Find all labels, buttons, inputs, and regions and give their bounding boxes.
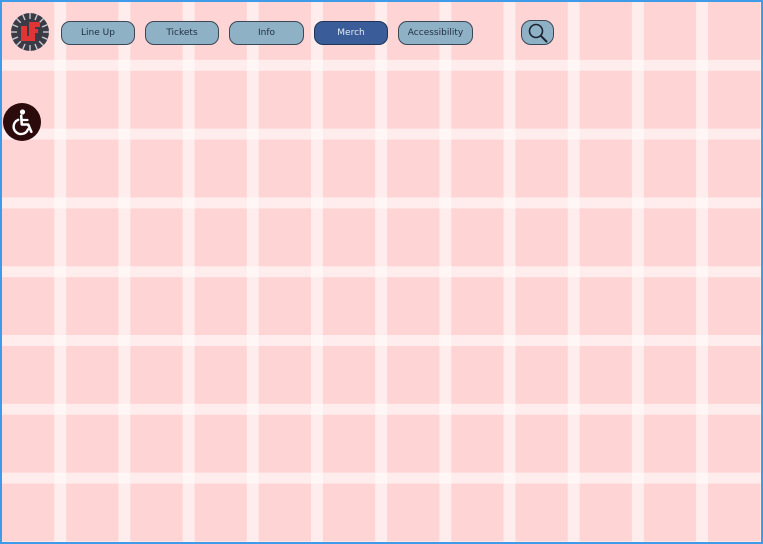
search-icon: [528, 23, 547, 43]
wheelchair-icon: [12, 109, 33, 136]
search-button[interactable]: [521, 20, 554, 45]
page-canvas: Line Up Tickets Info Merch Accessibility: [0, 0, 763, 544]
nav-info-button[interactable]: Info: [229, 21, 304, 45]
festival-logo-icon[interactable]: [10, 12, 50, 52]
nav-merch-button[interactable]: Merch: [314, 21, 388, 45]
nav-accessibility-button[interactable]: Accessibility: [398, 21, 473, 45]
accessibility-fab-button[interactable]: [3, 103, 41, 141]
nav-line-up-button[interactable]: Line Up: [61, 21, 135, 45]
nav-tickets-button[interactable]: Tickets: [145, 21, 219, 45]
